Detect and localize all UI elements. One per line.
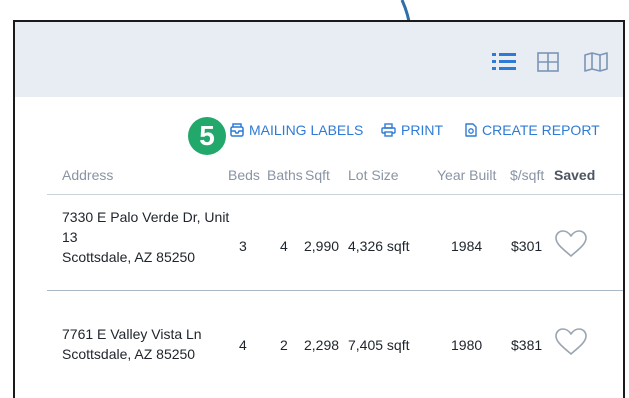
table-header: Address Beds Baths Sqft Lot Size Year Bu… [15, 167, 623, 185]
table-row[interactable]: 7761 E Valley Vista Ln Scottsdale, AZ 85… [15, 324, 623, 374]
column-header-price-sqft[interactable]: $/sqft [510, 167, 544, 183]
lot-size-cell: 4,326 sqft [348, 238, 410, 254]
address-line: 13 [62, 229, 78, 245]
sqft-cell: 2,298 [304, 337, 340, 353]
header-divider [47, 194, 623, 195]
year-built-cell: 1980 [451, 337, 483, 353]
column-header-lot-size[interactable]: Lot Size [348, 167, 399, 183]
beds-cell: 4 [239, 337, 247, 353]
mailing-labels-button[interactable]: MAILING LABELS [230, 122, 363, 138]
address-cell[interactable]: 7330 E Palo Verde Dr, Unit 13 Scottsdale… [62, 207, 229, 267]
map-view-icon[interactable] [584, 52, 608, 72]
price-per-sqft-cell: $381 [511, 337, 543, 353]
price-per-sqft-cell: $301 [511, 238, 543, 254]
column-header-beds[interactable]: Beds [228, 167, 260, 183]
action-bar: MAILING LABELS PRINT CREATE REPORT [15, 122, 623, 142]
create-report-label: CREATE REPORT [482, 122, 600, 138]
print-button[interactable]: PRINT [381, 122, 443, 138]
year-built-cell: 1984 [451, 238, 483, 254]
address-line: 7330 E Palo Verde Dr, Unit [62, 209, 230, 225]
heart-icon[interactable] [554, 327, 588, 360]
lot-size-cell: 7,405 sqft [348, 337, 410, 353]
column-header-address[interactable]: Address [62, 167, 113, 183]
report-document-icon [465, 123, 477, 137]
baths-cell: 2 [280, 337, 288, 353]
table-row[interactable]: 7330 E Palo Verde Dr, Unit 13 Scottsdale… [15, 207, 623, 282]
address-line: 7761 E Valley Vista Ln [62, 326, 202, 342]
column-header-sqft[interactable]: Sqft [305, 167, 330, 183]
grid-view-icon[interactable] [537, 52, 559, 72]
beds-cell: 3 [239, 238, 247, 254]
address-line: Scottsdale, AZ 85250 [62, 249, 196, 265]
print-label: PRINT [401, 122, 443, 138]
sqft-cell: 2,990 [304, 238, 340, 254]
baths-cell: 4 [280, 238, 288, 254]
list-view-icon[interactable] [492, 52, 516, 72]
mailing-labels-label: MAILING LABELS [249, 122, 364, 138]
printer-icon [381, 123, 396, 137]
column-header-baths[interactable]: Baths [267, 167, 303, 183]
column-header-saved[interactable]: Saved [554, 167, 595, 183]
address-line: Scottsdale, AZ 85250 [62, 346, 196, 362]
column-header-year-built[interactable]: Year Built [437, 167, 496, 183]
heart-icon[interactable] [554, 229, 588, 262]
address-cell[interactable]: 7761 E Valley Vista Ln Scottsdale, AZ 85… [62, 324, 202, 364]
create-report-button[interactable]: CREATE REPORT [465, 122, 600, 138]
row-divider [47, 290, 623, 291]
mail-tray-icon [230, 123, 244, 137]
property-list-panel: 5 MAILING LABELS PRINT CREATE REPORT Add… [13, 20, 625, 398]
view-toolbar [15, 22, 623, 97]
